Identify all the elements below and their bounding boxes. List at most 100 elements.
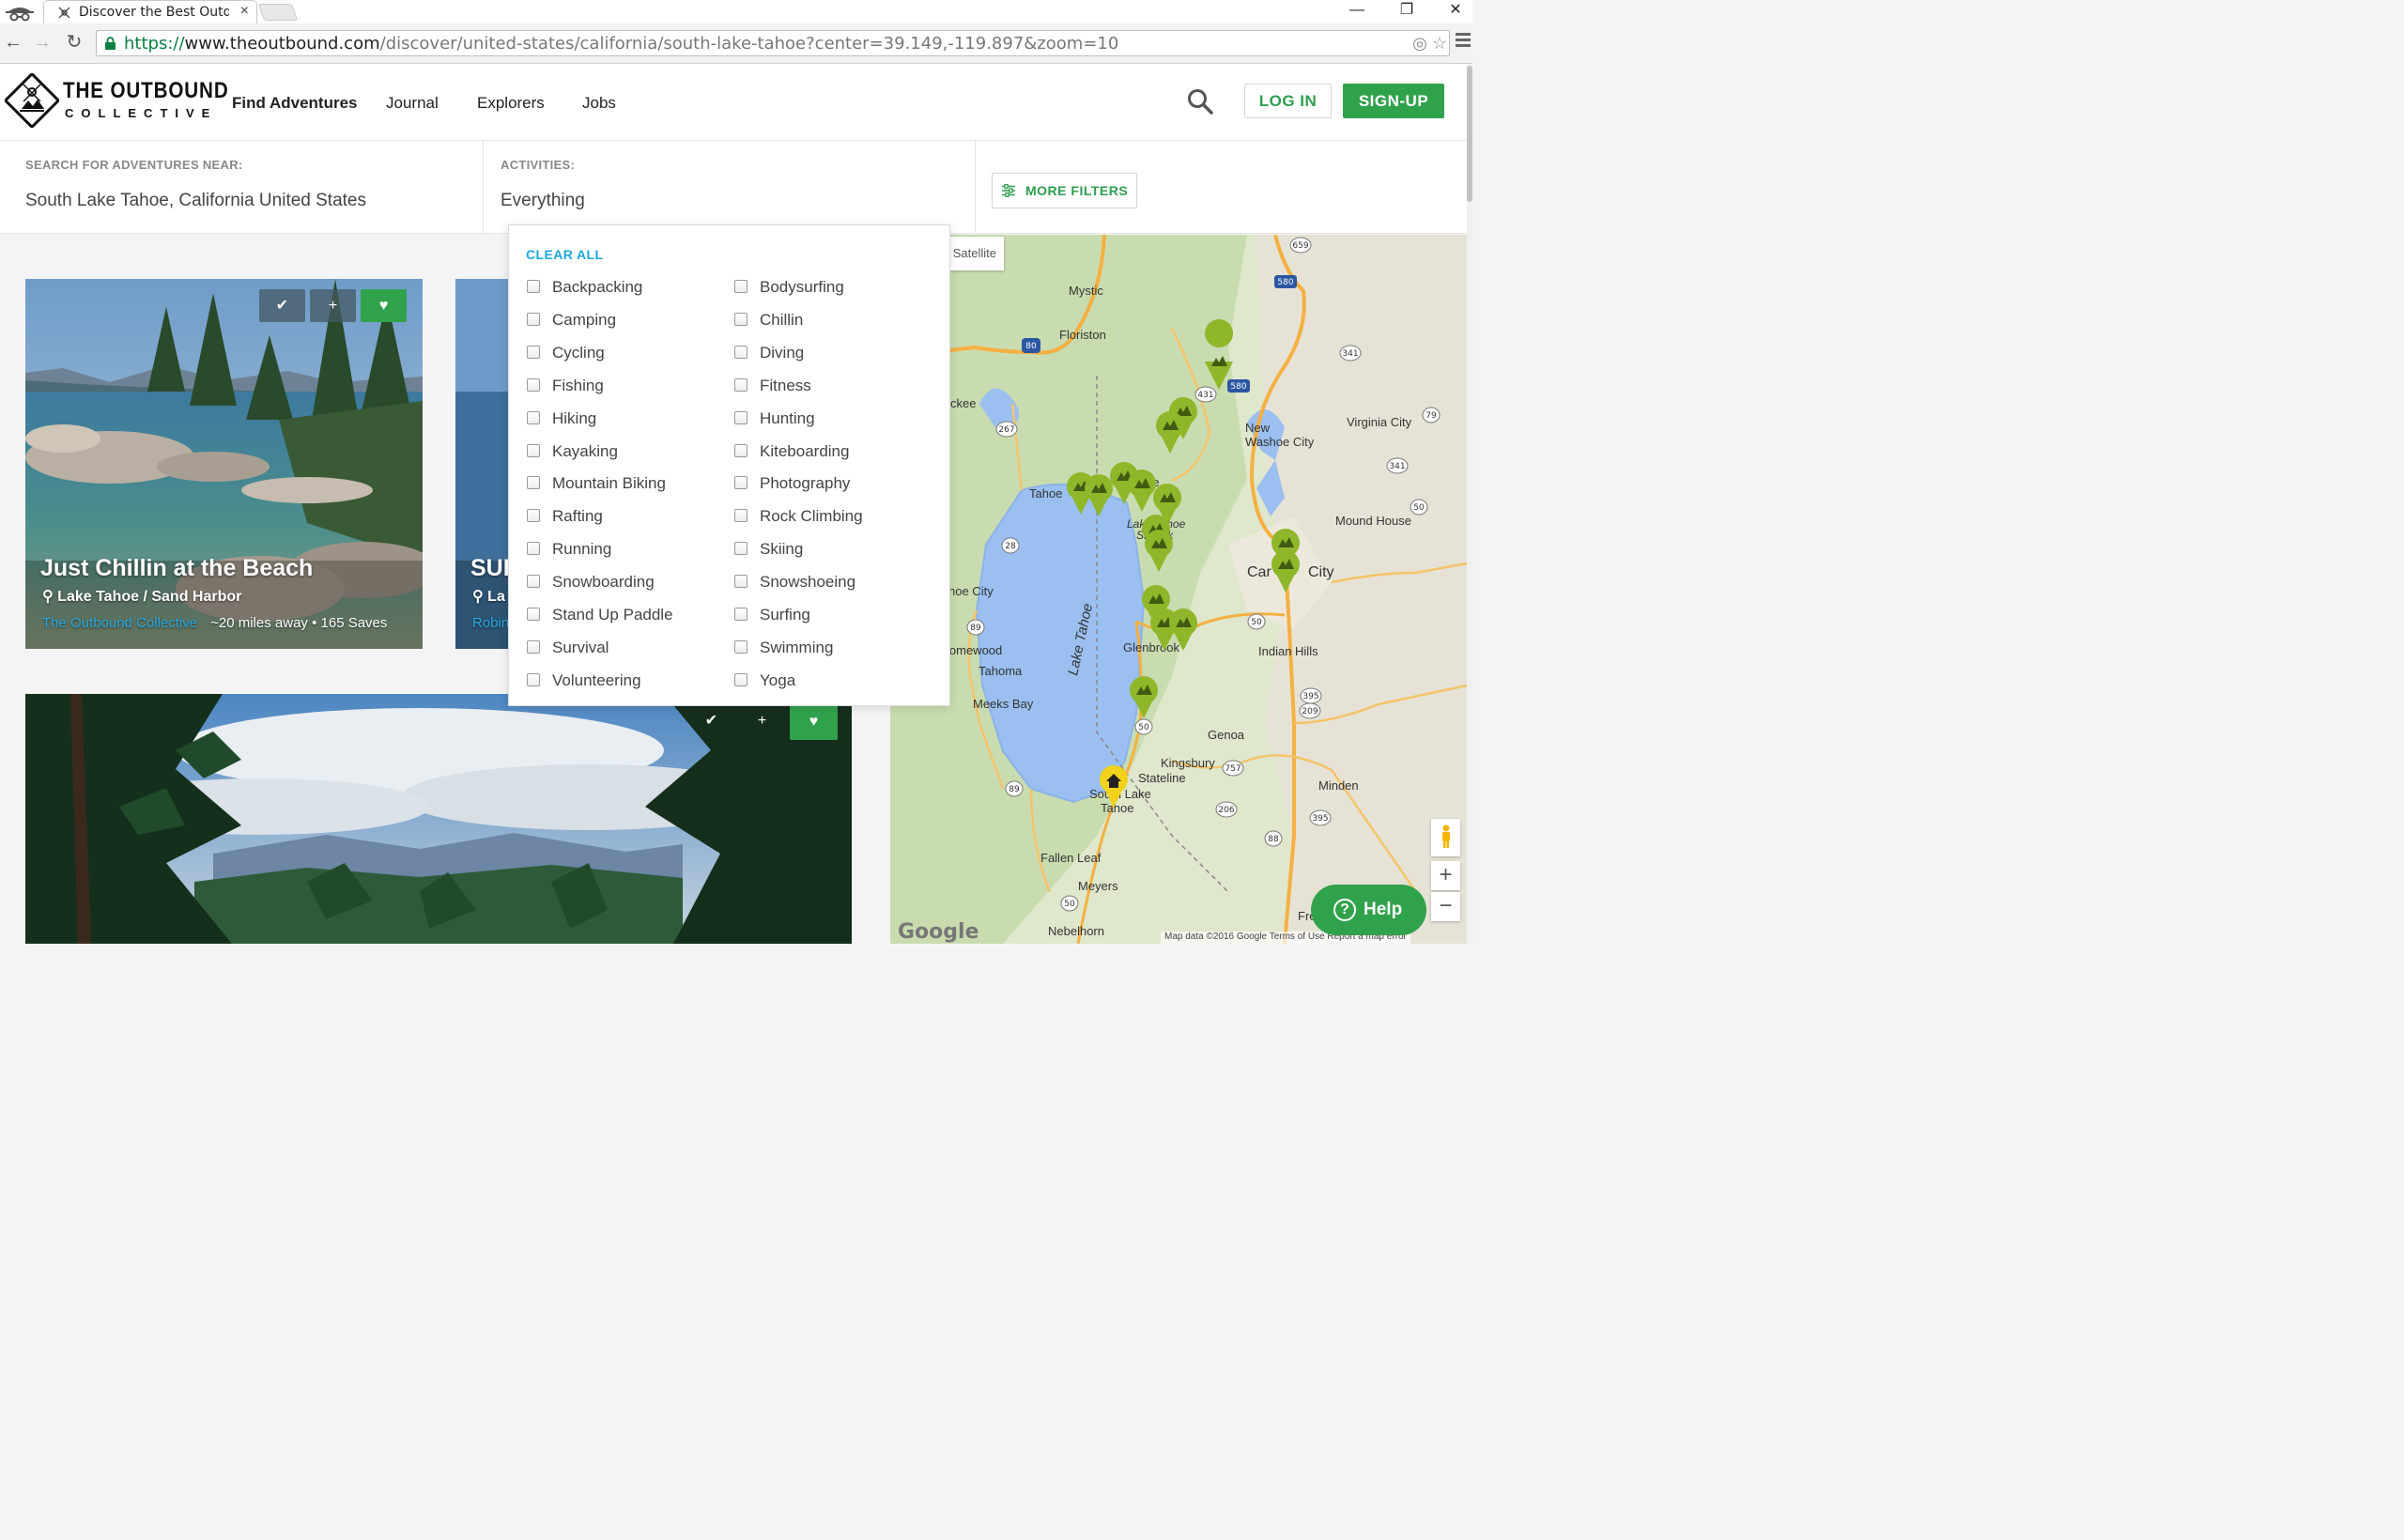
card-actions: ✔ + ♥ <box>259 289 407 322</box>
activity-checkbox[interactable] <box>527 608 540 621</box>
card-title[interactable]: SUP <box>470 555 512 582</box>
svg-text:88: 88 <box>1268 835 1279 844</box>
back-button[interactable]: ← <box>2 31 24 54</box>
results-map[interactable]: 659 580 80 341 431 580 79 267 341 28 50 … <box>890 235 1467 944</box>
activities-filter[interactable]: ACTIVITIES: Everything <box>484 141 976 234</box>
mark-done-button[interactable]: ✔ <box>688 704 734 737</box>
adventure-card[interactable]: ✔ + ♥ Just Chillin at the Beach ⚲ Lake T… <box>25 279 423 649</box>
nav-jobs[interactable]: Jobs <box>582 94 616 113</box>
help-label: Help <box>1364 900 1403 919</box>
activity-label: Stand Up Paddle <box>552 606 673 624</box>
activity-checkbox[interactable] <box>734 608 747 621</box>
activity-checkbox[interactable] <box>527 378 540 392</box>
clear-all-link[interactable]: CLEAR ALL <box>526 247 603 262</box>
save-heart-button[interactable]: ♥ <box>790 704 838 740</box>
activity-checkbox[interactable] <box>527 444 540 457</box>
location-target-icon[interactable]: ◎ <box>1412 34 1427 53</box>
card-author-link[interactable]: Robin <box>472 615 509 631</box>
activities-dropdown: CLEAR ALL Backpacking Camping Cycling Fishi… <box>508 224 950 706</box>
activity-checkbox[interactable] <box>734 476 747 489</box>
signup-button[interactable]: SIGN-UP <box>1343 84 1444 118</box>
activity-checkbox[interactable] <box>734 280 747 293</box>
activity-checkbox[interactable] <box>734 509 747 522</box>
activity-checkbox[interactable] <box>527 542 540 555</box>
card-meta: The Outbound Collective ~20 miles away • … <box>42 615 388 631</box>
map-zoom-in-button[interactable]: + <box>1431 861 1460 890</box>
lock-icon <box>105 37 116 50</box>
activity-checkbox[interactable] <box>734 411 747 424</box>
save-heart-button[interactable]: ♥ <box>361 289 407 322</box>
svg-text:395: 395 <box>1312 814 1328 824</box>
mark-done-button[interactable]: ✔ <box>259 289 305 322</box>
adventure-card[interactable]: SUP ⚲ La Robin <box>455 279 512 649</box>
filter-bar: SEARCH FOR ADVENTURES NEAR: South Lake T… <box>0 141 1467 234</box>
svg-text:50: 50 <box>1413 503 1425 513</box>
browser-menu-icon[interactable] <box>1456 33 1471 54</box>
activity-checkbox[interactable] <box>734 346 747 359</box>
nav-find-adventures[interactable]: Find Adventures <box>232 94 358 113</box>
svg-text:Mound House: Mound House <box>1335 514 1411 528</box>
activity-checkbox[interactable] <box>734 313 747 326</box>
adventure-card[interactable]: ✔ + ♥ <box>25 694 852 944</box>
login-button[interactable]: LOG IN <box>1244 84 1332 118</box>
activity-checkbox[interactable] <box>527 509 540 522</box>
activity-checkbox[interactable] <box>734 673 747 686</box>
activity-checkbox[interactable] <box>734 378 747 392</box>
search-icon[interactable] <box>1187 88 1213 115</box>
scrollbar-thumb[interactable] <box>1467 66 1472 202</box>
street-view-pegman-icon[interactable] <box>1431 819 1460 856</box>
activity-checkbox[interactable] <box>734 640 747 654</box>
window-restore-button[interactable]: ❐ <box>1388 0 1425 23</box>
more-filters-label: MORE FILTERS <box>1025 183 1129 198</box>
address-bar[interactable]: https://www.theoutbound.com/discover/uni… <box>96 30 1450 56</box>
activity-checkbox[interactable] <box>527 640 540 654</box>
activity-checkbox[interactable] <box>527 476 540 489</box>
svg-text:395: 395 <box>1302 692 1318 701</box>
svg-text:267: 267 <box>998 425 1014 435</box>
url-host: www.theoutbound.com <box>184 34 380 54</box>
tab-active[interactable]: Discover the Best Outdoo × <box>43 0 257 23</box>
help-button[interactable]: ? Help <box>1311 885 1426 935</box>
card-author-link[interactable]: The Outbound Collective <box>42 615 197 631</box>
tab-close-icon[interactable]: × <box>240 3 249 20</box>
activity-checkbox[interactable] <box>527 575 540 588</box>
activity-label: Backpacking <box>552 278 643 296</box>
activity-label: Kayaking <box>552 442 618 460</box>
add-to-list-button[interactable]: + <box>310 289 356 322</box>
reload-button[interactable]: ↻ <box>63 31 85 54</box>
activity-checkbox[interactable] <box>734 542 747 555</box>
page-scrollbar[interactable] <box>1467 64 1472 944</box>
activities-filter-value[interactable]: Everything <box>501 191 585 211</box>
activity-label: Snowboarding <box>552 573 655 591</box>
activity-checkbox[interactable] <box>527 280 540 293</box>
activity-label: Fishing <box>552 377 604 394</box>
nav-journal[interactable]: Journal <box>386 94 439 113</box>
svg-text:206: 206 <box>1218 806 1234 815</box>
activity-checkbox[interactable] <box>734 575 747 588</box>
window-close-button[interactable]: ✕ <box>1437 0 1474 23</box>
activity-checkbox[interactable] <box>527 673 540 686</box>
window-minimize-button[interactable]: — <box>1338 0 1376 23</box>
activity-label: Diving <box>760 344 805 362</box>
forward-button[interactable]: → <box>31 31 54 54</box>
activity-checkbox[interactable] <box>734 444 747 457</box>
svg-text:City: City <box>1308 564 1334 580</box>
site-logo[interactable]: THE OUTBOUND COLLECTIVE <box>5 73 228 128</box>
svg-text:Floriston: Floriston <box>1059 328 1106 342</box>
map-zoom-out-button[interactable]: − <box>1431 892 1460 921</box>
nav-explorers[interactable]: Explorers <box>477 94 545 113</box>
bookmark-star-icon[interactable]: ☆ <box>1432 34 1447 53</box>
location-filter-value[interactable]: South Lake Tahoe, California United Stat… <box>25 191 366 211</box>
map-satellite-toggle[interactable]: Satellite <box>942 237 1004 270</box>
activity-checkbox[interactable] <box>527 411 540 424</box>
location-filter[interactable]: SEARCH FOR ADVENTURES NEAR: South Lake T… <box>0 141 484 234</box>
new-tab-button[interactable] <box>257 4 299 21</box>
card-title[interactable]: Just Chillin at the Beach <box>40 555 313 582</box>
add-to-list-button[interactable]: + <box>739 704 785 737</box>
activity-label: Snowshoeing <box>760 573 856 591</box>
activity-checkbox[interactable] <box>527 313 540 326</box>
more-filters-button[interactable]: MORE FILTERS <box>992 173 1137 208</box>
activity-checkbox[interactable] <box>527 346 540 359</box>
card-location-text: Lake Tahoe / Sand Harbor <box>57 589 242 605</box>
map-canvas: 659 580 80 341 431 580 79 267 341 28 50 … <box>890 235 1467 944</box>
